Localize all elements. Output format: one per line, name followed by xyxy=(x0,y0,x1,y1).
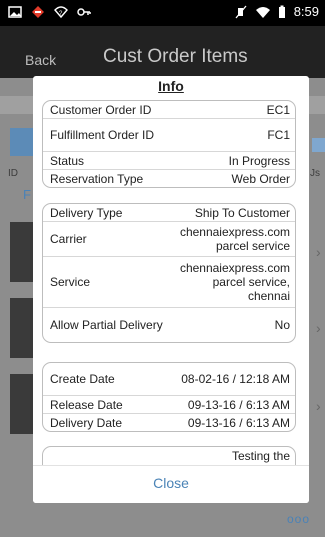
page-title: Cust Order Items xyxy=(103,46,248,67)
row-label: Fulfillment Order ID xyxy=(50,128,155,142)
mute-icon xyxy=(235,5,247,18)
row-label: Status xyxy=(50,153,85,168)
background-label-f: F xyxy=(23,187,31,202)
row-label: Release Date xyxy=(50,397,123,412)
row-value: In Progress xyxy=(228,153,290,168)
row-label: Delivery Type xyxy=(50,205,123,220)
info-row: Customer Order ID EC1 xyxy=(43,101,295,119)
info-row: Fulfillment Order ID FC1 xyxy=(43,119,295,152)
row-value: FC1 xyxy=(267,128,290,142)
close-button[interactable]: Close xyxy=(33,475,309,491)
status-time: 8:59 xyxy=(293,4,319,19)
info-row: Reservation Type Web Order xyxy=(43,170,295,187)
more-dots[interactable]: ooo xyxy=(287,512,310,526)
row-label: Customer Order ID xyxy=(50,102,152,117)
info-row: Status In Progress xyxy=(43,152,295,170)
background-tab-right xyxy=(312,138,325,152)
row-value: No xyxy=(274,318,290,332)
background-label-id: ID xyxy=(8,168,18,179)
row-label: Reservation Type xyxy=(50,171,144,186)
status-bar: ? 8:59 xyxy=(0,0,325,26)
info-row: Service chennaiexpress.com parcel servic… xyxy=(43,257,295,308)
wifi-question-icon: ? xyxy=(54,6,68,19)
info-row: Carrier chennaiexpress.com parcel servic… xyxy=(43,222,295,257)
row-value: Testing the xyxy=(231,448,290,463)
row-value: 09-13-16 / 6:13 AM xyxy=(187,415,290,430)
row-label: Service xyxy=(50,275,91,289)
chevron-right-icon: › xyxy=(316,398,321,414)
chevron-right-icon: › xyxy=(316,320,321,336)
dialog-footer: Close xyxy=(33,465,309,503)
battery-icon xyxy=(278,5,285,18)
gallery-icon xyxy=(8,6,22,18)
back-button[interactable]: Back xyxy=(25,52,56,68)
info-row: Delivery Type Ship To Customer xyxy=(43,204,295,222)
row-value: chennaiexpress.com parcel service, chenn… xyxy=(179,261,290,303)
row-value: Web Order xyxy=(231,171,290,186)
background-tab xyxy=(10,128,34,156)
info-row: Delivery Date 09-13-16 / 6:13 AM xyxy=(43,414,295,431)
row-value: 09-13-16 / 6:13 AM xyxy=(187,397,290,412)
background-label-right: Js xyxy=(310,168,320,179)
row-value: chennaiexpress.com parcel service xyxy=(179,225,290,253)
row-label: Allow Partial Delivery xyxy=(50,318,163,332)
app-bar: Back Cust Order Items xyxy=(0,26,325,78)
row-value: Ship To Customer xyxy=(194,205,290,220)
info-row: Release Date 09-13-16 / 6:13 AM xyxy=(43,396,295,414)
row-label: Carrier xyxy=(50,232,87,246)
info-dialog: Info Customer Order ID EC1 Fulfillment O… xyxy=(33,76,309,503)
order-section: Customer Order ID EC1 Fulfillment Order … xyxy=(42,100,296,188)
dates-section: Create Date 08-02-16 / 12:18 AM Release … xyxy=(42,362,296,432)
app-logo-icon xyxy=(32,6,44,18)
row-value: 08-02-16 / 12:18 AM xyxy=(181,372,290,386)
delivery-section: Delivery Type Ship To Customer Carrier c… xyxy=(42,203,296,343)
info-row: Allow Partial Delivery No xyxy=(43,308,295,342)
row-label: Delivery Date xyxy=(50,415,123,430)
dialog-title: Info xyxy=(158,78,184,94)
info-row: Create Date 08-02-16 / 12:18 AM xyxy=(43,363,295,396)
chevron-right-icon: › xyxy=(316,244,321,260)
key-icon xyxy=(77,8,91,16)
info-row: Testing the xyxy=(43,447,295,464)
row-value: EC1 xyxy=(266,102,290,117)
row-label: Create Date xyxy=(50,372,115,386)
wifi-icon xyxy=(255,6,270,18)
